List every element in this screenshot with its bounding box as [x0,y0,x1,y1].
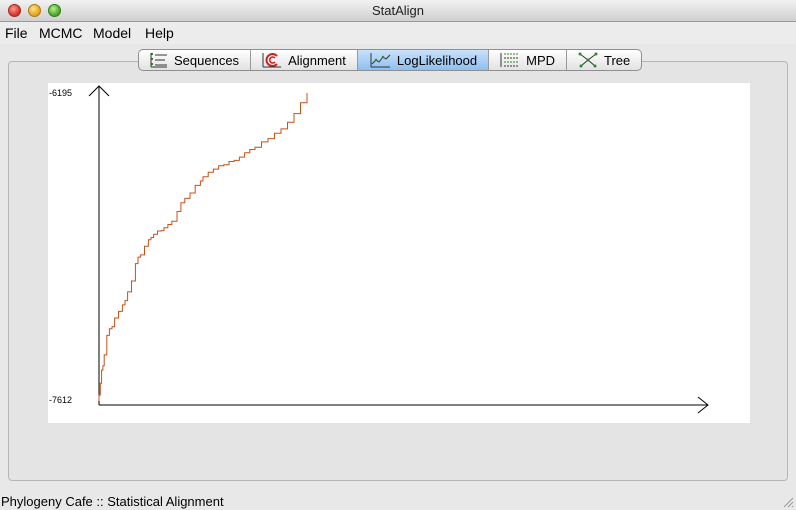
status-text: Phylogeny Cafe :: Statistical Alignment [1,494,224,509]
loglikelihood-chart [88,85,709,414]
tab-mpd[interactable]: MPD [489,50,567,70]
y-tick-label-min: -7612 [49,395,73,405]
tab-tree-label: Tree [604,52,631,68]
mpd-icon [500,53,520,67]
alignment-icon [262,53,282,68]
tab-alignment[interactable]: Alignment [251,50,358,70]
resize-grip-icon[interactable] [782,496,794,508]
menu-mcmc[interactable]: MCMC [39,25,83,41]
tab-loglikelihood[interactable]: LogLikelihood [357,50,490,70]
tab-loglikelihood-label: LogLikelihood [396,52,478,68]
status-bar: Phylogeny Cafe :: Statistical Alignment [0,492,796,510]
loglikelihood-icon [370,53,391,68]
tab-mpd-label: MPD [526,52,555,68]
menu-bar: File MCMC Model Help [0,22,796,44]
tab-sequences-label: Sequences [174,52,240,68]
loglikelihood-plot: -6195 -7612 [48,83,750,423]
menu-file[interactable]: File [5,25,28,41]
sequences-icon [150,53,167,68]
tab-sequences[interactable]: Sequences [139,50,252,70]
loglikelihood-series-line [98,93,308,401]
menu-help[interactable]: Help [145,25,174,41]
tab-alignment-label: Alignment [288,52,346,68]
menu-model[interactable]: Model [93,25,131,41]
y-tick-label-max: -6195 [49,88,73,98]
tab-bar: Sequences Alignment LogLikelihood MPD Tr… [138,49,643,71]
window-titlebar: StatAlign [0,0,796,22]
tab-tree[interactable]: Tree [567,50,641,70]
tree-icon [578,52,598,68]
window-title: StatAlign [371,3,425,18]
